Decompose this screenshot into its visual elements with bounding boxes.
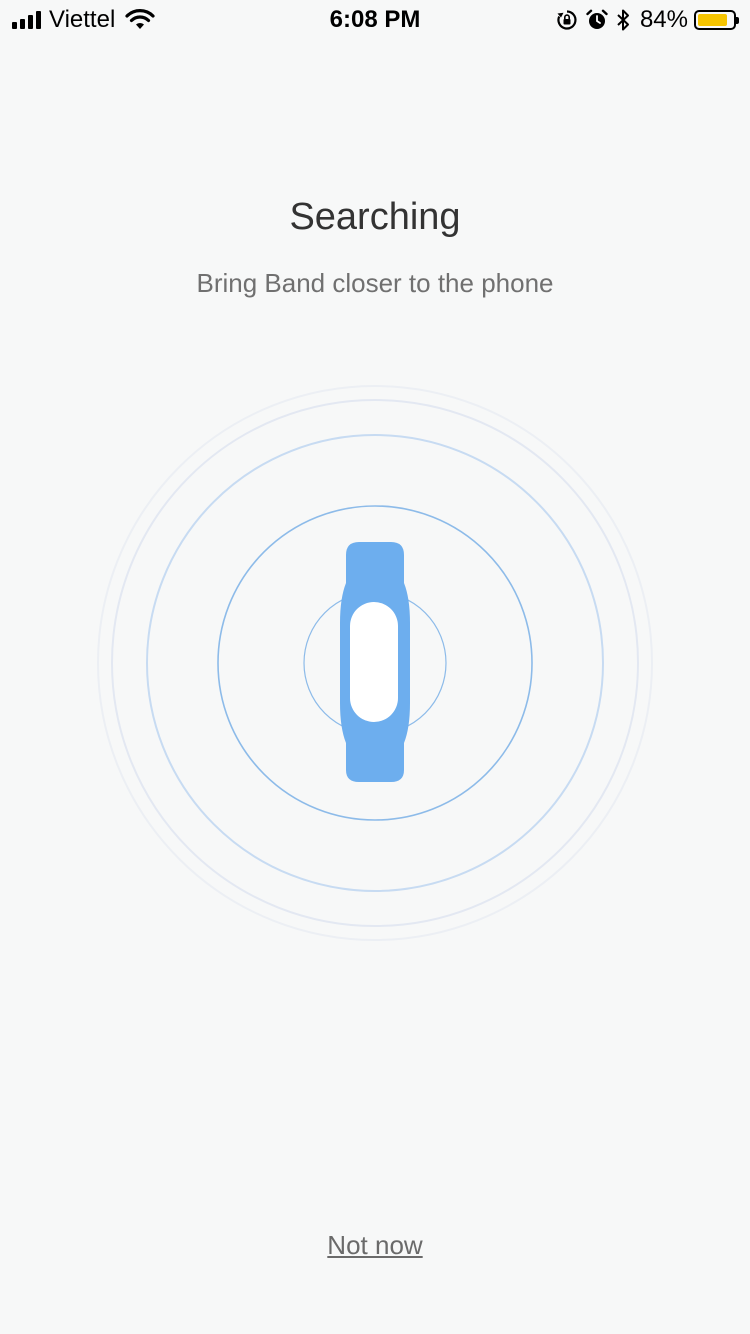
battery-percent: 84% (639, 6, 688, 33)
bluetooth-icon (617, 9, 629, 31)
fitness-band-icon (340, 542, 410, 782)
not-now-button[interactable]: Not now (0, 1230, 750, 1261)
battery-icon (694, 10, 739, 30)
page-subtitle: Bring Band closer to the phone (196, 268, 554, 298)
status-bar: Viettel 6:08 PM 84% (0, 0, 750, 40)
search-animation (97, 385, 653, 941)
band-screen (350, 602, 398, 722)
rotation-lock-icon (557, 10, 577, 30)
page-title: Searching (289, 196, 461, 238)
pairing-screen: Viettel 6:08 PM 84% Searching Bring Band… (0, 0, 750, 1334)
battery-fill (698, 14, 727, 26)
status-bar-right: 84% (548, 6, 739, 34)
alarm-icon (586, 9, 608, 29)
